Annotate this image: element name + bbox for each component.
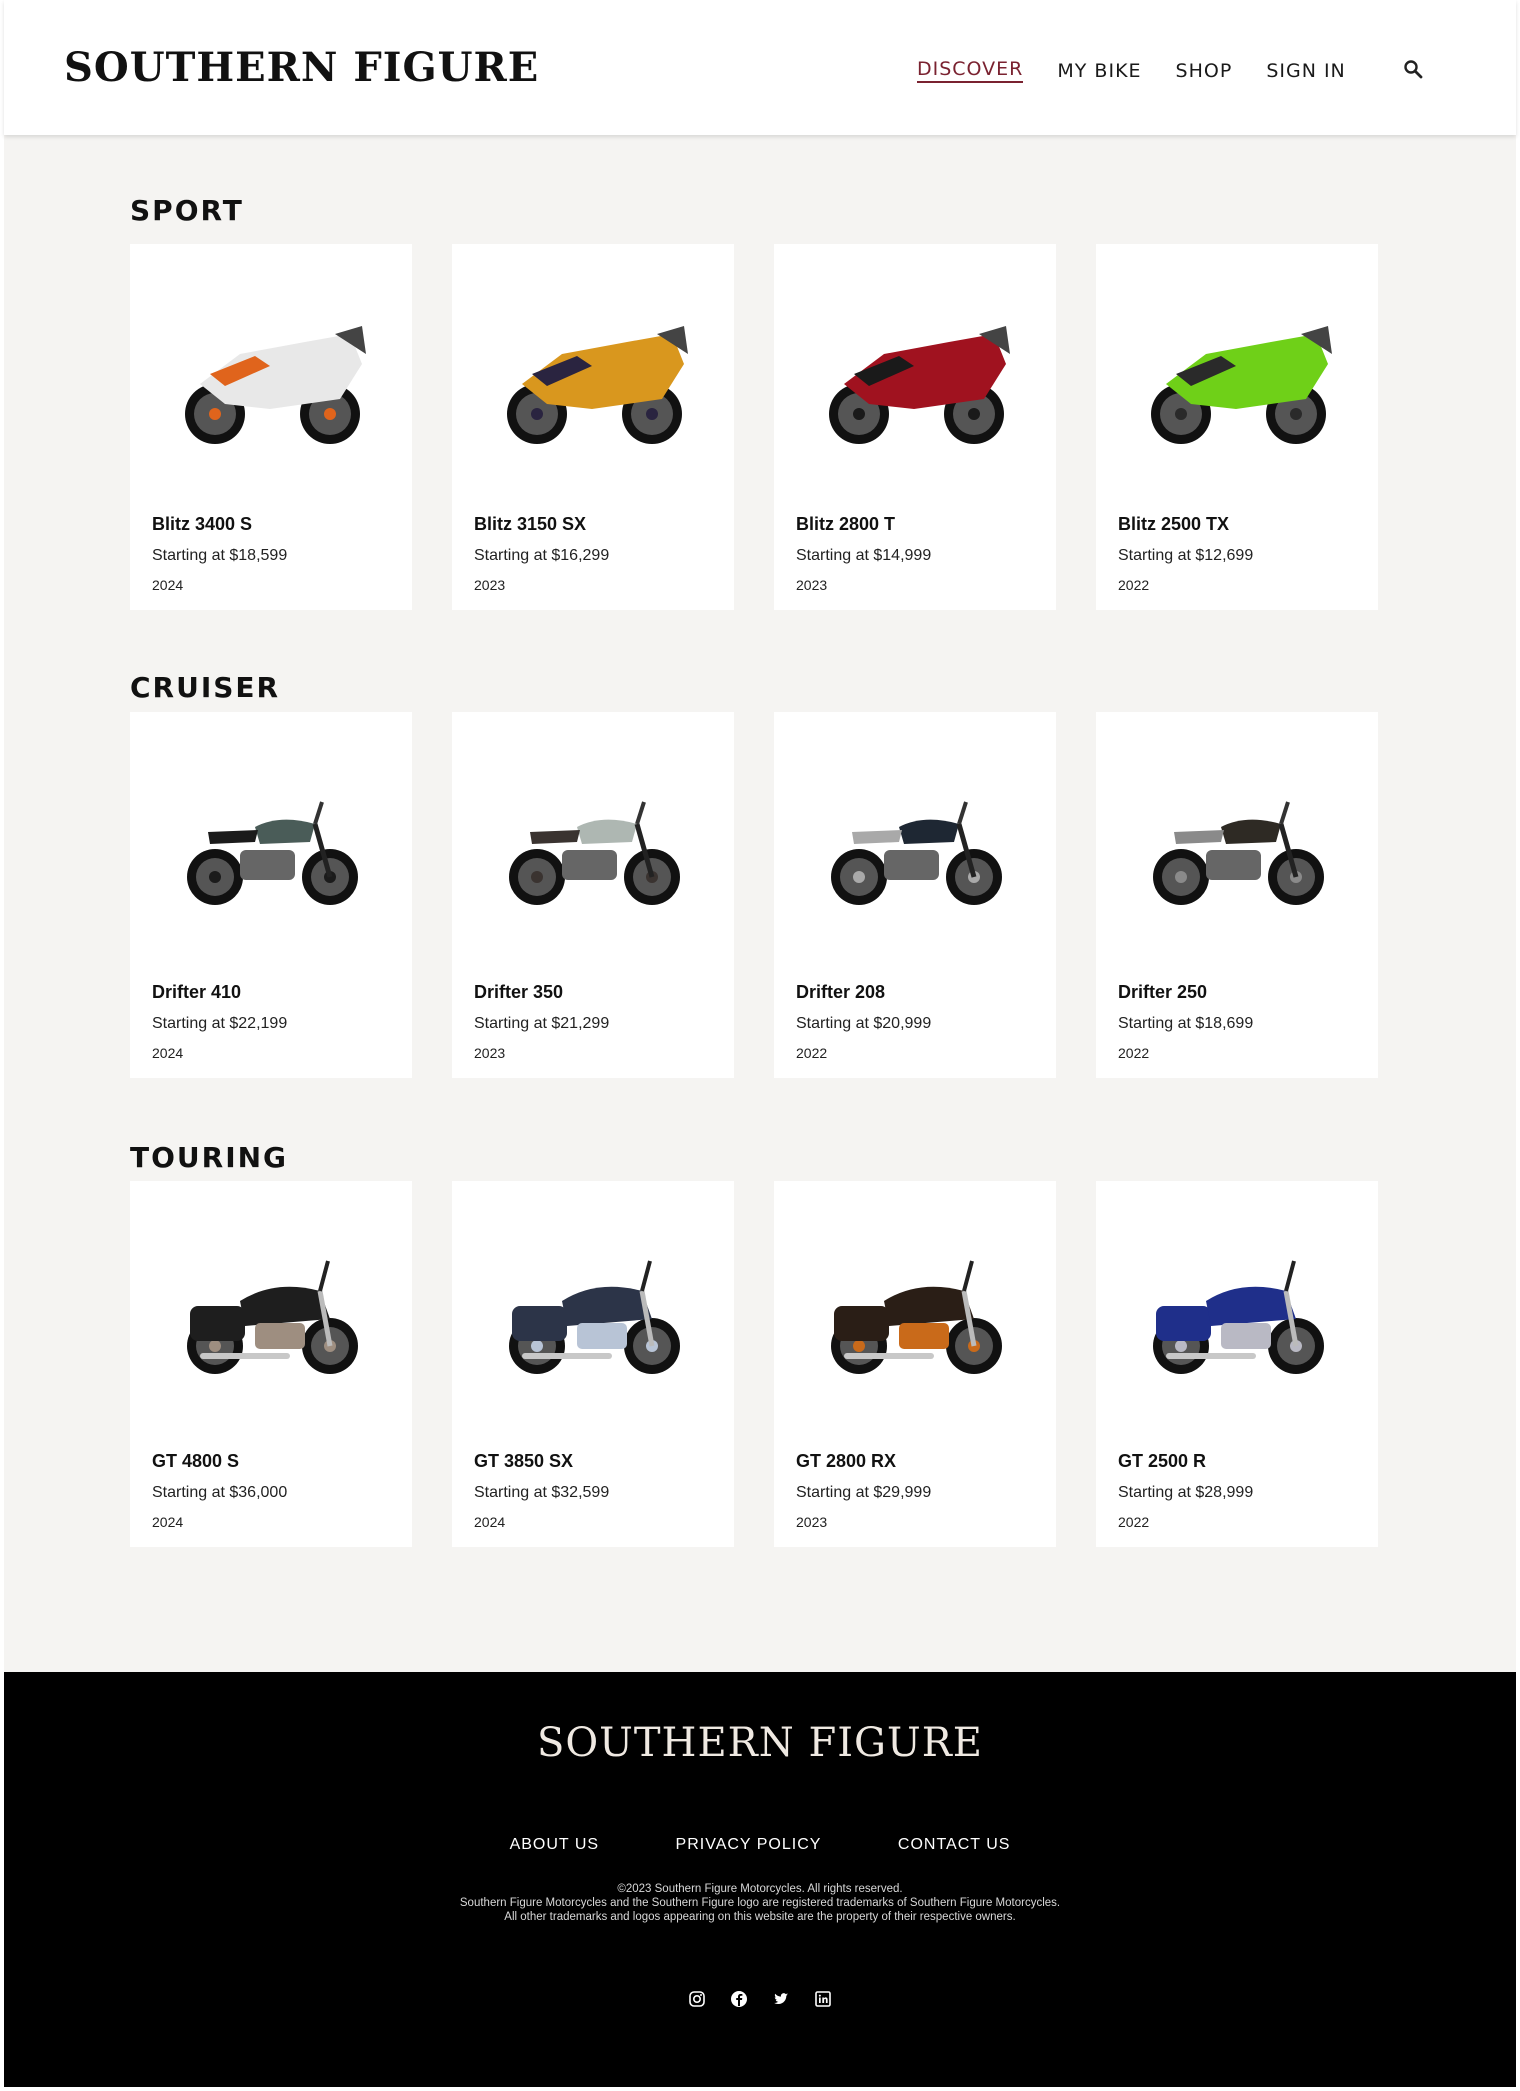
site-footer: SOUTHERN FIGURE ABOUT US PRIVACY POLICY … — [4, 1672, 1516, 2087]
motorcycle-image — [507, 326, 688, 444]
bike-price: Starting at $16,299 — [474, 547, 610, 564]
footer-links: ABOUT US PRIVACY POLICY CONTACT US — [4, 1836, 1516, 1854]
page: SOUTHERN FIGURE DISCOVER MY BIKE SHOP SI… — [4, 0, 1516, 2087]
motorcycle-image — [829, 326, 1010, 444]
bike-card[interactable]: Drifter 410 Starting at $22,199 2024 — [130, 712, 412, 1078]
copyright-line: ©2023 Southern Figure Motorcycles. All r… — [617, 1883, 903, 1895]
motorcycle-image — [509, 801, 680, 905]
nav-my-bike[interactable]: MY BIKE — [1057, 60, 1141, 82]
bike-name: Drifter 410 — [152, 982, 242, 1002]
bike-card[interactable]: Blitz 2800 T Starting at $14,999 2023 — [774, 244, 1056, 610]
motorcycle-image — [509, 1260, 680, 1374]
site-header: SOUTHERN FIGURE DISCOVER MY BIKE SHOP SI… — [4, 0, 1516, 135]
bike-year: 2024 — [152, 577, 184, 593]
bike-price: Starting at $20,999 — [796, 1015, 932, 1032]
footer-link-privacy[interactable]: PRIVACY POLICY — [676, 1836, 822, 1853]
footer-link-about[interactable]: ABOUT US — [510, 1836, 600, 1853]
legal-text: ©2023 Southern Figure Motorcycles. All r… — [4, 1882, 1516, 1924]
bike-price: Starting at $36,000 — [152, 1484, 288, 1501]
motorcycle-image — [185, 326, 366, 444]
bike-price: Starting at $18,699 — [1118, 1015, 1254, 1032]
motorcycle-image — [1153, 1260, 1324, 1374]
cruiser-grid: Drifter 410 Starting at $22,199 2024 Dri… — [130, 712, 1418, 1078]
bike-name: GT 2500 R — [1118, 1451, 1207, 1471]
bike-card[interactable]: GT 4800 S Starting at $36,000 2024 — [130, 1181, 412, 1547]
instagram-icon[interactable] — [688, 1990, 706, 2008]
footer-link-contact[interactable]: CONTACT US — [898, 1836, 1011, 1853]
bike-card[interactable]: Blitz 3150 SX Starting at $16,299 2023 — [452, 244, 734, 610]
bike-name: Drifter 250 — [1118, 982, 1208, 1002]
bike-name: GT 4800 S — [152, 1451, 240, 1471]
bike-price: Starting at $21,299 — [474, 1015, 610, 1032]
bike-price: Starting at $12,699 — [1118, 547, 1254, 564]
bike-card[interactable]: GT 2800 RX Starting at $29,999 2023 — [774, 1181, 1056, 1547]
sport-grid: Blitz 3400 S Starting at $18,599 2024 Bl… — [130, 244, 1418, 610]
main-nav: DISCOVER MY BIKE SHOP SIGN IN — [917, 58, 1380, 83]
other-trademarks-line: All other trademarks and logos appearing… — [504, 1911, 1016, 1923]
social-links — [4, 1990, 1516, 2008]
footer-logo[interactable]: SOUTHERN FIGURE — [4, 1720, 1516, 1766]
site-logo[interactable]: SOUTHERN FIGURE — [64, 44, 539, 91]
bike-year: 2022 — [796, 1045, 828, 1061]
bike-name: Blitz 2800 T — [796, 514, 896, 534]
bike-price: Starting at $29,999 — [796, 1484, 932, 1501]
facebook-icon[interactable] — [730, 1990, 748, 2008]
bike-year: 2023 — [474, 577, 506, 593]
touring-grid: GT 4800 S Starting at $36,000 2024 GT 38… — [130, 1181, 1418, 1547]
twitter-icon[interactable] — [772, 1990, 790, 2008]
bike-year: 2024 — [152, 1045, 184, 1061]
bike-price: Starting at $28,999 — [1118, 1484, 1254, 1501]
bike-card[interactable]: Drifter 250 Starting at $18,699 2022 — [1096, 712, 1378, 1078]
bike-card[interactable]: GT 3850 SX Starting at $32,599 2024 — [452, 1181, 734, 1547]
bike-year: 2022 — [1118, 1045, 1150, 1061]
bike-year: 2024 — [152, 1514, 184, 1530]
bike-price: Starting at $32,599 — [474, 1484, 610, 1501]
motorcycle-image — [831, 801, 1002, 905]
motorcycle-image — [1153, 801, 1324, 905]
bike-name: Drifter 208 — [796, 982, 886, 1002]
bike-year: 2022 — [1118, 1514, 1150, 1530]
nav-shop[interactable]: SHOP — [1176, 60, 1233, 82]
bike-card[interactable]: Drifter 208 Starting at $20,999 2022 — [774, 712, 1056, 1078]
motorcycle-image — [831, 1260, 1002, 1374]
motorcycle-image — [187, 801, 358, 905]
search-icon[interactable] — [1402, 58, 1424, 80]
linkedin-icon[interactable] — [814, 1990, 832, 2008]
nav-sign-in[interactable]: SIGN IN — [1266, 60, 1345, 82]
bike-name: Blitz 3150 SX — [474, 514, 587, 534]
section-title-cruiser: CRUISER — [130, 671, 281, 704]
bike-price: Starting at $22,199 — [152, 1015, 288, 1032]
trademark-line: Southern Figure Motorcycles and the Sout… — [459, 1897, 1061, 1909]
bike-price: Starting at $18,599 — [152, 547, 288, 564]
bike-price: Starting at $14,999 — [796, 547, 932, 564]
bike-name: Blitz 3400 S — [152, 514, 253, 534]
motorcycle-image — [1151, 326, 1332, 444]
bike-card[interactable]: GT 2500 R Starting at $28,999 2022 — [1096, 1181, 1378, 1547]
bike-year: 2024 — [474, 1514, 506, 1530]
bike-name: Drifter 350 — [474, 982, 564, 1002]
bike-year: 2023 — [796, 577, 828, 593]
bike-card[interactable]: Drifter 350 Starting at $21,299 2023 — [452, 712, 734, 1078]
bike-name: Blitz 2500 TX — [1118, 514, 1230, 534]
bike-name: GT 3850 SX — [474, 1451, 574, 1471]
bike-card[interactable]: Blitz 3400 S Starting at $18,599 2024 — [130, 244, 412, 610]
section-title-sport: SPORT — [130, 194, 244, 227]
nav-discover[interactable]: DISCOVER — [917, 58, 1024, 83]
motorcycle-image — [187, 1260, 358, 1374]
bike-year: 2023 — [474, 1045, 506, 1061]
bike-card[interactable]: Blitz 2500 TX Starting at $12,699 2022 — [1096, 244, 1378, 610]
bike-year: 2023 — [796, 1514, 828, 1530]
section-title-touring: TOURING — [130, 1141, 289, 1174]
bike-year: 2022 — [1118, 577, 1150, 593]
bike-name: GT 2800 RX — [796, 1451, 897, 1471]
